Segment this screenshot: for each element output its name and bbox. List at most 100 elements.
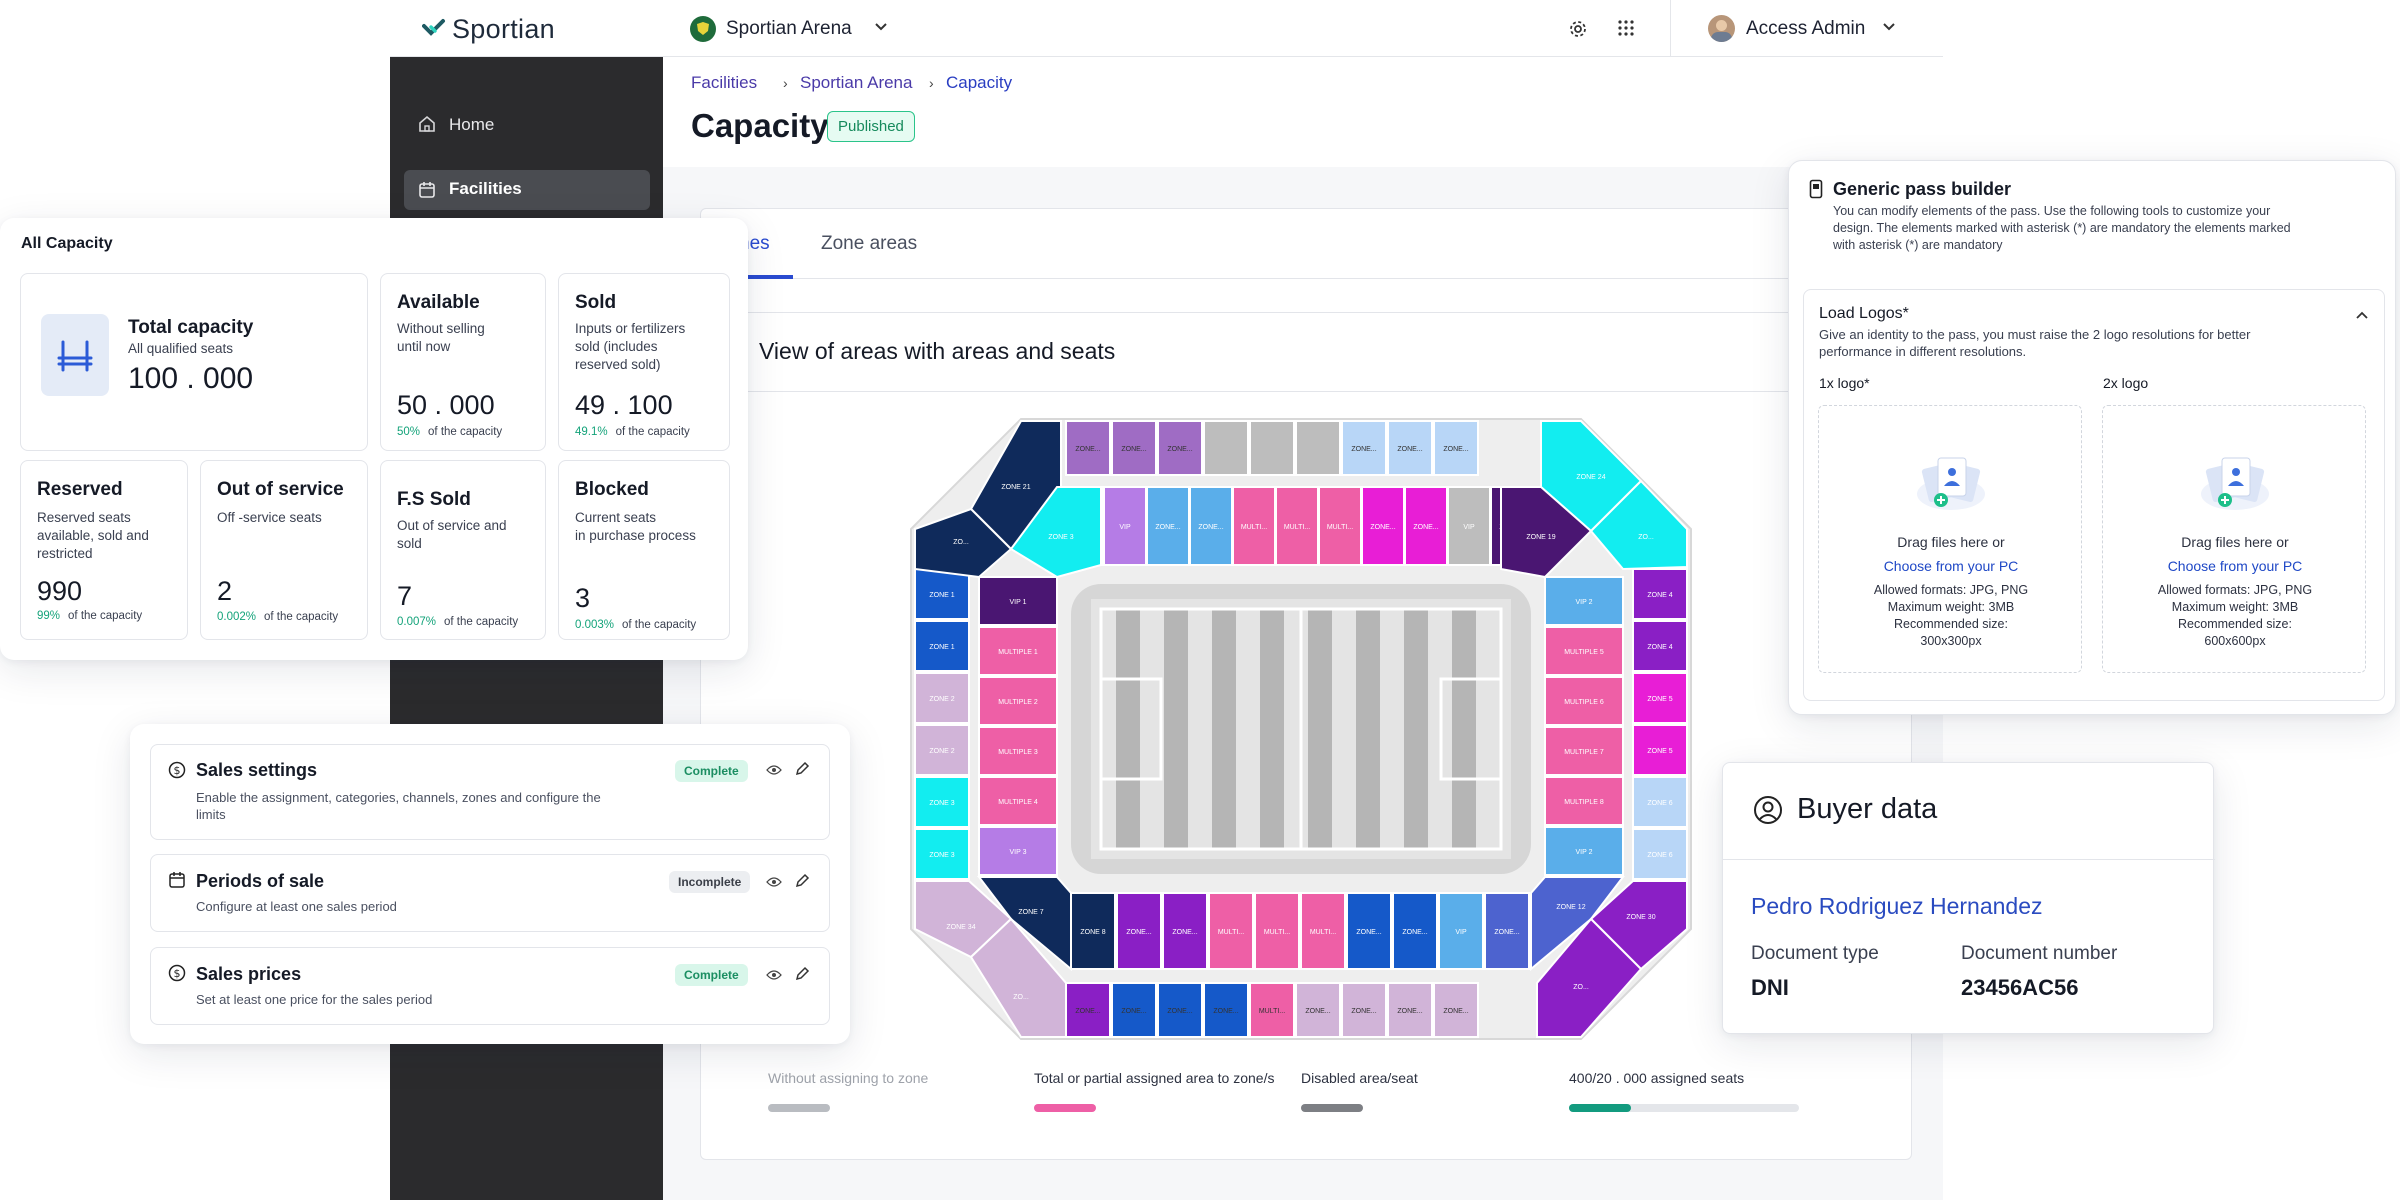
breadcrumb-item[interactable]: Sportian Arena <box>800 73 912 93</box>
avatar[interactable] <box>1708 15 1735 42</box>
seat-label[interactable]: ZONE... <box>1402 929 1427 936</box>
seat-label[interactable]: ZONE 4 <box>1647 592 1672 599</box>
seat-label[interactable]: ZONE... <box>1397 446 1422 453</box>
seat-label[interactable]: ZONE... <box>1443 1008 1468 1015</box>
seat-label[interactable]: ZONE 6 <box>1647 800 1672 807</box>
seat-label[interactable]: ZO... <box>1638 534 1654 541</box>
buyer-name-link[interactable]: Pedro Rodriguez Hernandez <box>1751 893 2043 920</box>
seat-label[interactable]: ZONE 34 <box>946 924 975 931</box>
seat-label[interactable]: ZONE 7 <box>1018 909 1043 916</box>
seat-block[interactable] <box>1295 420 1341 476</box>
seat-label[interactable]: ZONE... <box>1155 524 1180 531</box>
seat-label[interactable]: ZO... <box>953 539 969 546</box>
seat-label[interactable]: ZONE... <box>1397 1008 1422 1015</box>
seat-label[interactable]: MULTI... <box>1310 929 1336 936</box>
seat-label[interactable]: ZONE 21 <box>1001 484 1030 491</box>
stadium-map[interactable]: ZONE... ZONE... ZONE... ZONE... ZONE... ZONE.… <box>901 409 1701 1049</box>
eye-icon[interactable] <box>766 876 782 888</box>
apps-grid-icon[interactable] <box>1618 20 1634 36</box>
seat-label[interactable]: ZONE... <box>1126 929 1151 936</box>
seat-label[interactable]: MULTI... <box>1241 524 1267 531</box>
seat-label[interactable]: MULTIPLE 4 <box>998 799 1038 806</box>
breadcrumb-item[interactable]: Facilities <box>691 73 757 93</box>
seat-label[interactable]: ZONE... <box>1121 446 1146 453</box>
seat-block[interactable] <box>1203 420 1249 476</box>
seat-label[interactable]: ZONE... <box>1351 1008 1376 1015</box>
seat-label[interactable]: MULTIPLE 5 <box>1564 649 1604 656</box>
seat-label[interactable]: ZONE 5 <box>1647 696 1672 703</box>
seat-label[interactable]: VIP 2 <box>1576 599 1593 606</box>
seat-label[interactable]: ZONE 2 <box>929 696 954 703</box>
chevron-down-icon[interactable] <box>874 20 888 34</box>
seat-label[interactable]: MULTI... <box>1327 524 1353 531</box>
seat-label[interactable]: ZO... <box>1013 994 1029 1001</box>
seat-label[interactable]: ZONE 12 <box>1556 904 1585 911</box>
seat-label[interactable]: ZONE... <box>1075 1008 1100 1015</box>
chevron-up-icon[interactable] <box>2355 309 2369 321</box>
venue-selector[interactable]: Sportian Arena <box>726 18 852 40</box>
seat-label[interactable]: MULTIPLE 6 <box>1564 699 1604 706</box>
seat-label[interactable]: ZONE... <box>1172 929 1197 936</box>
seat-label[interactable]: MULTIPLE 7 <box>1564 749 1604 756</box>
seat-label[interactable]: VIP 3 <box>1010 849 1027 856</box>
seat-label[interactable]: MULTIPLE 3 <box>998 749 1038 756</box>
seat-label[interactable]: ZONE 1 <box>929 592 954 599</box>
seat-label[interactable]: ZONE... <box>1167 446 1192 453</box>
seat-label[interactable]: VIP <box>1455 929 1467 936</box>
eye-icon[interactable] <box>766 764 782 776</box>
seat-block[interactable] <box>1249 420 1295 476</box>
sidebar-item-home[interactable]: Home <box>449 115 494 135</box>
seat-label[interactable]: MULTI... <box>1264 929 1290 936</box>
seat-label[interactable]: ZONE 3 <box>929 852 954 859</box>
seat-label[interactable]: ZONE... <box>1305 1008 1330 1015</box>
seat-label[interactable]: ZONE... <box>1370 524 1395 531</box>
logo-dropzone-2x[interactable]: Drag files here or Choose from your PC A… <box>2102 405 2366 673</box>
seat-label[interactable]: ZONE 4 <box>1647 644 1672 651</box>
sales-prices-row[interactable]: $ Sales prices Set at least one price fo… <box>150 947 830 1025</box>
seat-label[interactable]: ZONE... <box>1443 446 1468 453</box>
sportian-logo[interactable] <box>422 16 448 40</box>
seat-label[interactable]: MULTI... <box>1259 1008 1285 1015</box>
seat-label[interactable]: ZONE... <box>1121 1008 1146 1015</box>
eye-icon[interactable] <box>766 969 782 981</box>
gear-icon[interactable] <box>1568 19 1588 39</box>
periods-of-sale-row[interactable]: Periods of sale Configure at least one s… <box>150 854 830 932</box>
seat-label[interactable]: ZONE... <box>1198 524 1223 531</box>
tab-zone-areas[interactable]: Zone areas <box>821 233 917 255</box>
seat-label[interactable]: ZONE... <box>1075 446 1100 453</box>
logo-dropzone-1x[interactable]: Drag files here or Choose from your PC A… <box>1818 405 2082 673</box>
sales-settings-row[interactable]: $ Sales settings Enable the assignment, … <box>150 744 830 840</box>
edit-icon[interactable] <box>794 761 810 777</box>
seat-label[interactable]: MULTIPLE 1 <box>998 649 1038 656</box>
seat-label[interactable]: VIP <box>1463 524 1475 531</box>
seat-label[interactable]: ZONE... <box>1356 929 1381 936</box>
seat-label[interactable]: ZONE 8 <box>1080 929 1105 936</box>
seat-label[interactable]: MULTI... <box>1284 524 1310 531</box>
seat-label[interactable]: MULTIPLE 8 <box>1564 799 1604 806</box>
seat-label[interactable]: ZONE 3 <box>1048 534 1073 541</box>
chevron-down-icon[interactable] <box>1882 20 1896 34</box>
sidebar-item-facilities[interactable] <box>404 170 650 210</box>
seat-label[interactable]: VIP 1 <box>1010 599 1027 606</box>
seat-label[interactable]: ZONE 24 <box>1576 474 1605 481</box>
seat-label[interactable]: ZONE 1 <box>929 644 954 651</box>
seat-label[interactable]: ZONE 2 <box>929 748 954 755</box>
choose-from-pc-link[interactable]: Choose from your PC <box>2103 558 2367 574</box>
seat-label[interactable]: ZONE 6 <box>1647 852 1672 859</box>
seat-label[interactable]: VIP <box>1119 524 1131 531</box>
seat-label[interactable]: ZONE... <box>1213 1008 1238 1015</box>
seat-label[interactable]: MULTIPLE 2 <box>998 699 1038 706</box>
seat-label[interactable]: ZO... <box>1573 984 1589 991</box>
user-menu[interactable]: Access Admin <box>1746 18 1865 40</box>
seat-label[interactable]: ZONE... <box>1167 1008 1192 1015</box>
seat-label[interactable]: ZONE 30 <box>1626 914 1655 921</box>
seat-label[interactable]: ZONE... <box>1413 524 1438 531</box>
seat-label[interactable]: MULTI... <box>1218 929 1244 936</box>
seat-label[interactable]: ZONE 3 <box>929 800 954 807</box>
choose-from-pc-link[interactable]: Choose from your PC <box>1819 558 2083 574</box>
edit-icon[interactable] <box>794 873 810 889</box>
seat-label[interactable]: VIP 2 <box>1576 849 1593 856</box>
seat-label[interactable]: ZONE... <box>1351 446 1376 453</box>
seat-label[interactable]: ZONE 19 <box>1526 534 1555 541</box>
seat-label[interactable]: ZONE... <box>1494 929 1519 936</box>
